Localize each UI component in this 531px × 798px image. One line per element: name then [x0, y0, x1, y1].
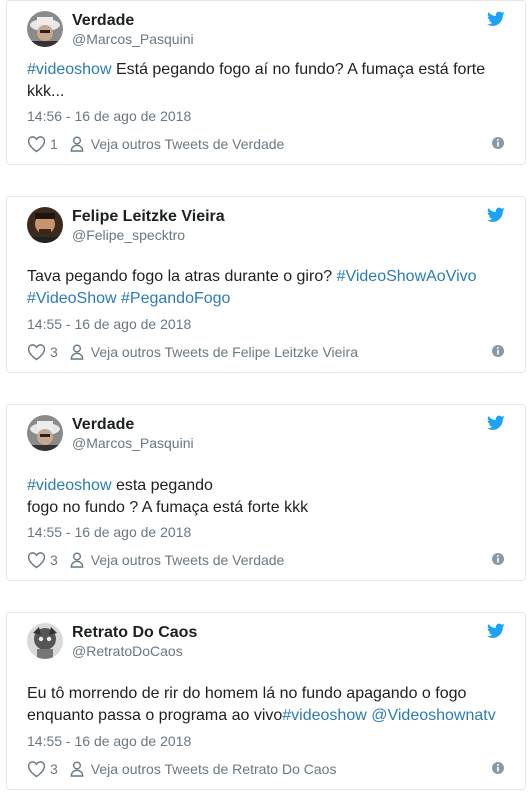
person-icon — [70, 761, 84, 777]
tweet-header: Felipe Leitzke Vieira @Felipe_specktro — [27, 205, 225, 245]
avatar[interactable] — [27, 207, 63, 243]
heart-icon[interactable] — [27, 135, 46, 153]
info-icon[interactable] — [491, 344, 505, 358]
author-handle[interactable]: @Marcos_Pasquini — [72, 434, 194, 452]
author-name[interactable]: Verdade — [72, 11, 194, 30]
tweet-text-segment: esta pegando — [111, 477, 213, 494]
person-icon — [70, 552, 84, 568]
hashtag-link[interactable]: #VideoShowAoVivo — [337, 268, 477, 285]
more-tweets-link[interactable]: Veja outros Tweets de Verdade — [91, 136, 285, 152]
hashtag-link[interactable]: #videoshow — [27, 61, 112, 78]
tweet-actions: 1 Veja outros Tweets de Verdade — [27, 134, 505, 154]
heart-icon[interactable] — [27, 551, 46, 569]
hashtag-link[interactable]: #videoshow — [282, 707, 367, 724]
more-tweets-link[interactable]: Veja outros Tweets de Retrato Do Caos — [91, 761, 337, 777]
info-icon[interactable] — [491, 761, 505, 775]
avatar[interactable] — [27, 623, 63, 659]
tweet-text: #videoshow esta pegando fogo no fundo ? A… — [27, 475, 511, 519]
tweet-actions: 3 Veja outros Tweets de Retrato Do Caos — [27, 759, 505, 779]
tweet-header: Verdade @Marcos_Pasquini — [27, 413, 194, 453]
tweet-card[interactable]: Verdade @Marcos_Pasquini #videoshow Está… — [6, 0, 526, 165]
author-handle[interactable]: @RetratoDoCaos — [72, 642, 197, 660]
tweet-header: Verdade @Marcos_Pasquini — [27, 9, 194, 49]
tweet-text: Tava pegando fogo la atras durante o gir… — [27, 266, 511, 310]
tweet-text-segment: fogo no fundo ? A fumaça está forte kkk — [27, 499, 309, 516]
tweet-timestamp[interactable]: 14:55 - 16 de ago de 2018 — [27, 315, 191, 333]
twitter-bird-icon[interactable] — [487, 415, 505, 431]
more-tweets-link[interactable]: Veja outros Tweets de Verdade — [91, 552, 285, 568]
tweet-card[interactable]: Verdade @Marcos_Pasquini #videoshow esta… — [6, 404, 526, 581]
hashtag-link[interactable]: #videoshow — [27, 477, 112, 494]
tweet-text-segment: Tava pegando fogo la atras durante o gir… — [27, 268, 337, 285]
tweet-actions: 3 Veja outros Tweets de Verdade — [27, 550, 505, 570]
info-icon[interactable] — [491, 136, 505, 150]
tweet-card[interactable]: Felipe Leitzke Vieira @Felipe_specktro T… — [6, 196, 526, 373]
tweet-timestamp[interactable]: 14:56 - 16 de ago de 2018 — [27, 107, 191, 125]
twitter-bird-icon[interactable] — [487, 207, 505, 223]
like-count: 3 — [50, 344, 58, 360]
hashtag-link[interactable]: #PegandoFogo — [121, 290, 230, 307]
author-name[interactable]: Verdade — [72, 415, 194, 434]
person-icon — [70, 136, 84, 152]
tweet-timestamp[interactable]: 14:55 - 16 de ago de 2018 — [27, 732, 191, 750]
tweet-actions: 3 Veja outros Tweets de Felipe Leitzke V… — [27, 342, 505, 362]
tweet-card[interactable]: Retrato Do Caos @RetratoDoCaos Eu tô mor… — [6, 612, 526, 790]
avatar[interactable] — [27, 415, 63, 451]
author-handle[interactable]: @Felipe_specktro — [72, 226, 225, 244]
heart-icon[interactable] — [27, 343, 46, 361]
tweet-timestamp[interactable]: 14:55 - 16 de ago de 2018 — [27, 523, 191, 541]
author-name[interactable]: Retrato Do Caos — [72, 623, 197, 642]
author-handle[interactable]: @Marcos_Pasquini — [72, 30, 194, 48]
twitter-bird-icon[interactable] — [487, 11, 505, 27]
info-icon[interactable] — [491, 552, 505, 566]
like-count: 1 — [50, 136, 58, 152]
mention-link[interactable]: @Videoshownatv — [371, 707, 495, 724]
like-count: 3 — [50, 761, 58, 777]
twitter-bird-icon[interactable] — [487, 623, 505, 639]
tweet-text: Eu tô morrendo de rir do homem lá no fun… — [27, 683, 511, 727]
person-icon — [70, 344, 84, 360]
avatar[interactable] — [27, 11, 63, 47]
like-count: 3 — [50, 552, 58, 568]
tweet-text: #videoshow Está pegando fogo aí no fundo… — [27, 59, 511, 103]
hashtag-link[interactable]: #VideoShow — [27, 290, 117, 307]
more-tweets-link[interactable]: Veja outros Tweets de Felipe Leitzke Vie… — [91, 344, 358, 360]
tweet-header: Retrato Do Caos @RetratoDoCaos — [27, 621, 197, 661]
author-name[interactable]: Felipe Leitzke Vieira — [72, 207, 225, 226]
heart-icon[interactable] — [27, 760, 46, 778]
